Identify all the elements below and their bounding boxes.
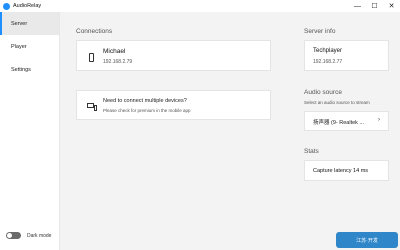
stats-card: Capture latency 14 ms	[304, 160, 389, 181]
maximize-button[interactable]: ☐	[366, 0, 383, 12]
audio-source-select[interactable]: 扬声器 (9- Realtek ... ›	[304, 111, 389, 131]
audio-source-hint: Select an audio source to stream	[304, 100, 370, 105]
sidebar-item-server[interactable]: Server	[0, 12, 59, 35]
capture-latency: Capture latency 14 ms	[313, 168, 369, 174]
server-name: Techplayer	[313, 48, 343, 54]
sidebar-item-label: Player	[11, 43, 27, 50]
app-logo-icon	[3, 2, 10, 10]
window-title: AudioRelay	[13, 3, 42, 9]
dark-mode-toggle[interactable]	[6, 232, 21, 239]
stats-title: Stats	[304, 148, 319, 155]
dark-mode-row: Dark mode	[6, 232, 51, 239]
sidebar-item-label: Server	[11, 20, 28, 27]
window-controls: — ☐ ✕	[349, 0, 400, 12]
connections-title: Connections	[76, 28, 113, 35]
watermark-logo: 江苏·开发	[336, 232, 398, 248]
sidebar-item-label: Settings	[11, 66, 31, 73]
premium-info-card: Need to connect multiple devices? Please…	[76, 90, 271, 120]
premium-subtitle: Please check for premium in the mobile a…	[103, 108, 191, 113]
watermark-text: 江苏·开发	[356, 237, 378, 244]
sidebar: Server Player Settings Dark mode	[0, 12, 60, 250]
premium-title: Need to connect multiple devices?	[103, 98, 187, 104]
devices-icon	[87, 103, 97, 111]
device-ip: 192.168.2.79	[103, 59, 133, 65]
close-button[interactable]: ✕	[383, 0, 400, 12]
server-ip: 192.168.2.77	[313, 59, 343, 65]
dark-mode-label: Dark mode	[27, 232, 52, 239]
sidebar-item-settings[interactable]: Settings	[0, 58, 59, 81]
device-name: Michael	[103, 48, 126, 55]
audio-source-title: Audio source	[304, 89, 342, 96]
server-info-title: Server info	[304, 28, 336, 35]
minimize-button[interactable]: —	[349, 0, 366, 12]
title-bar: AudioRelay — ☐ ✕	[0, 0, 400, 12]
server-info-card: Techplayer 192.168.2.77	[304, 40, 389, 71]
chevron-right-icon: ›	[378, 117, 380, 123]
connected-device-card[interactable]: Michael 192.168.2.79	[76, 40, 271, 71]
audio-source-value: 扬声器 (9- Realtek ...	[313, 120, 365, 126]
phone-icon	[89, 53, 94, 62]
sidebar-item-player[interactable]: Player	[0, 35, 59, 58]
